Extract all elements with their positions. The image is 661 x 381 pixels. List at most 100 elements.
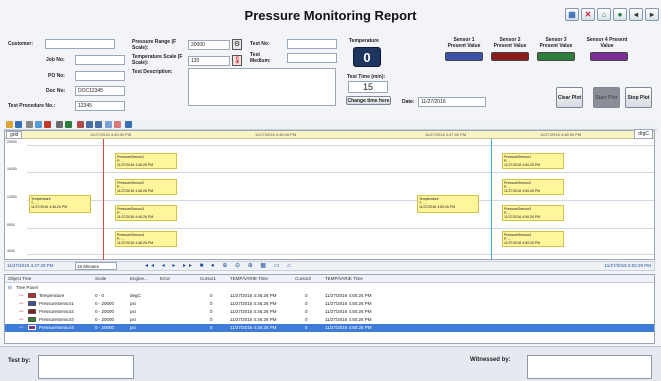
sensor-4-header: Sensor 4 Present Value (586, 37, 628, 49)
copy-icon[interactable] (35, 121, 42, 128)
job-field[interactable] (75, 55, 125, 65)
procedure-field[interactable]: 12345 (75, 101, 125, 111)
cursor-icon[interactable] (77, 121, 84, 128)
trend-icon: 〰 (19, 301, 24, 306)
row-time2: 11/27/2016 4:50:26 PM (325, 325, 372, 330)
row-unit: psi (130, 301, 136, 306)
table-row-selected[interactable]: 〰 PressureSensor4 0 - 20000 psi 0 11/27/… (5, 324, 654, 332)
stop-plot-button[interactable]: Stop Plot (625, 87, 652, 108)
start-plot-button[interactable]: Start Plot (593, 87, 620, 108)
interval-select[interactable]: 15 Minutes (75, 262, 117, 270)
table-row[interactable]: 〰 Temperature 0 - 0 degC 0 11/27/2016 4:… (5, 292, 654, 300)
procedure-label: Test Procedure No.: (8, 103, 56, 109)
record-icon[interactable]: ● (613, 8, 627, 21)
job-label: Job No: (46, 57, 65, 63)
grid-icon[interactable]: ▦ (565, 8, 579, 21)
y-label-1: 20000 (7, 140, 17, 144)
grid-header-object-tree[interactable]: Object Tree (8, 276, 31, 281)
sensor-4-value (590, 52, 628, 61)
tab-grid[interactable]: grid (6, 131, 23, 139)
next-icon[interactable]: ▸ (645, 8, 659, 21)
grid-header-time1[interactable]: TEMP/VARIE Time (230, 276, 268, 281)
y-label-5: 4000 (7, 249, 15, 253)
table-row[interactable]: 〰 PressureSensor3 0 - 20000 psi 0 11/27/… (5, 316, 654, 324)
test-description-field[interactable] (188, 68, 336, 106)
color-swatch[interactable] (28, 293, 36, 298)
time-label-3: 11/27/2016 4:47:00 PM (425, 132, 467, 137)
temperature-label: Temperature (349, 38, 379, 44)
tested-by-field[interactable] (38, 355, 134, 379)
trend-icon: 〰 (19, 309, 24, 314)
print-icon[interactable] (26, 121, 33, 128)
color-swatch[interactable] (28, 301, 36, 306)
color-swatch[interactable] (28, 325, 36, 330)
grid-line (27, 254, 654, 255)
grid-header-engine[interactable]: Engine... (130, 276, 148, 281)
cursor-1-line[interactable] (103, 139, 104, 260)
fit-icon[interactable] (105, 121, 112, 128)
test-medium-field[interactable] (287, 53, 337, 63)
po-field[interactable] (75, 71, 125, 81)
tab-drgc[interactable]: drgC (634, 129, 653, 139)
test-time-field[interactable]: 15 (348, 81, 388, 93)
clear-plot-button[interactable]: Clear Plot (556, 87, 583, 108)
annotation-pressure-4: PressureSensor4 P: ... 11/27/2016 4:46:26 … (115, 231, 177, 247)
color-swatch[interactable] (28, 317, 36, 322)
customer-field[interactable] (45, 39, 115, 49)
grid-header-scale[interactable]: Scale (95, 276, 106, 281)
grid-line (27, 145, 654, 146)
open-icon[interactable] (6, 121, 13, 128)
table-row[interactable]: 〰 PressureSensor1 0 - 20000 psi 0 11/27/… (5, 300, 654, 308)
doc-label: Doc No: (46, 88, 66, 94)
temp-scale-label: Temperature Scale (F Scale): (132, 54, 183, 66)
row-time1: 11/27/2016 4:46:26 PM (230, 317, 277, 322)
date-field[interactable]: 11/27/2016 (418, 97, 486, 107)
zoom-in-icon[interactable] (86, 121, 93, 128)
pressure-range-field[interactable]: 20000 (188, 40, 230, 50)
save-icon[interactable]: ⌂ (597, 8, 611, 21)
temperature-display: 0 (353, 47, 381, 67)
nav-start-time[interactable]: 11/27/2016 4:47:29 PM (7, 263, 53, 268)
trend-icon: 〰 (19, 293, 24, 298)
row-cursor2: 0 (305, 293, 308, 298)
temp-scale-field[interactable]: 120 (188, 56, 230, 66)
doc-field[interactable]: DOC12345 (75, 86, 125, 96)
color-swatch[interactable] (28, 309, 36, 314)
grid-header-cursor1[interactable]: Cursor1 (200, 276, 216, 281)
witnessed-by-field[interactable] (527, 355, 652, 379)
change-time-button[interactable]: Change time here (346, 96, 391, 105)
zoom-out-icon[interactable] (95, 121, 102, 128)
nav-end-time[interactable]: 11/27/2016 5:02:29 PM (605, 263, 651, 268)
playback-controls[interactable]: ◂◂ ◂ ▸ ▸▸ ■ ● ⊕ ⊖ ⊕ ▦ ▭ ⌂ (145, 262, 294, 269)
cursor-2-line[interactable] (491, 139, 492, 260)
thermometer-icon[interactable]: 🌡 (232, 55, 242, 66)
test-no-field[interactable] (287, 39, 337, 49)
sensor-1-value (445, 52, 483, 61)
settings-icon[interactable] (125, 121, 132, 128)
tree-root-row[interactable]: ⊟ Tree Panel (5, 284, 654, 292)
row-scale: 0 - 20000 (95, 317, 115, 322)
row-cursor1: 0 (210, 293, 213, 298)
chart-area[interactable]: grid drgC 11/27/2016 4:45:00 PM 11/27/20… (4, 129, 655, 260)
trend-icon: 〰 (19, 325, 24, 330)
pen-icon[interactable] (56, 121, 63, 128)
table-row[interactable]: 〰 PressureSensor2 0 - 20000 psi 0 11/27/… (5, 308, 654, 316)
save-icon[interactable] (15, 121, 22, 128)
prev-icon[interactable]: ◂ (629, 8, 643, 21)
grid-header-cursor2[interactable]: Cursor2 (295, 276, 311, 281)
gauge-icon[interactable]: ⚙ (232, 39, 242, 50)
annotation-pressure-4b: PressureSensor4 P: ... 11/27/2016 4:50:26 … (502, 231, 564, 247)
annotation-pressure-3: PressureSensor3 P: ... 11/27/2016 4:46:26 … (115, 205, 177, 221)
line-icon[interactable] (65, 121, 72, 128)
grid-header-error[interactable]: Error (160, 276, 170, 281)
test-time-label: Test Time (min): (347, 74, 386, 80)
grid-toggle-icon[interactable] (114, 121, 121, 128)
grid-header-time2[interactable]: TEMP/VARIE Time (325, 276, 363, 281)
y-label-4: 8000 (7, 223, 15, 227)
expand-icon[interactable]: ⊟ (8, 285, 12, 291)
row-unit: degC (130, 293, 141, 298)
export-icon[interactable] (44, 121, 51, 128)
annotation-pressure-1b: PressureSensor1 P: ... 11/27/2016 4:50:26 … (502, 153, 564, 169)
close-icon[interactable]: ✕ (581, 8, 595, 21)
customer-label: Customer: (8, 41, 34, 47)
